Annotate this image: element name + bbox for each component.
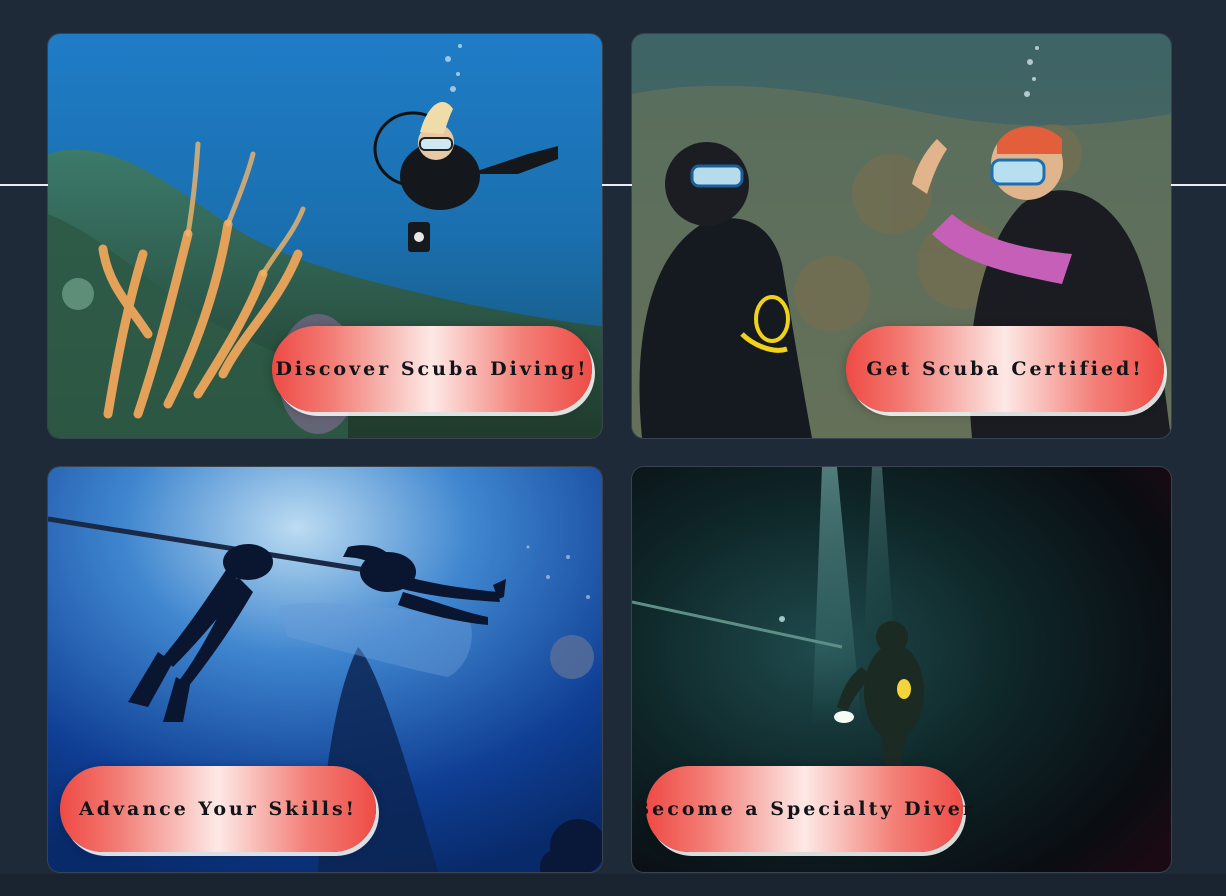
- divider-line-right: [1171, 184, 1226, 186]
- advance-skills-button-label: Advance Your Skills!: [78, 798, 358, 820]
- discover-scuba-button-label: Discover Scuba Diving!: [275, 358, 589, 380]
- card-discover-scuba[interactable]: Discover Scuba Diving!: [48, 34, 602, 438]
- divider-line-left: [0, 184, 48, 186]
- card-specialty-diver[interactable]: Become a Specialty Diver: [632, 467, 1171, 872]
- footer-strip: [0, 874, 1226, 896]
- card-get-certified[interactable]: Get Scuba Certified!: [632, 34, 1171, 438]
- advance-skills-button[interactable]: Advance Your Skills!: [60, 766, 376, 852]
- get-certified-button-label: Get Scuba Certified!: [866, 358, 1144, 380]
- get-certified-button[interactable]: Get Scuba Certified!: [846, 326, 1164, 412]
- card-advance-skills[interactable]: Advance Your Skills!: [48, 467, 602, 872]
- discover-scuba-button[interactable]: Discover Scuba Diving!: [272, 326, 592, 412]
- specialty-diver-button[interactable]: Become a Specialty Diver: [633, 766, 973, 852]
- divider-line-middle: [602, 184, 632, 186]
- specialty-diver-button-label: Become a Specialty Diver: [633, 798, 976, 820]
